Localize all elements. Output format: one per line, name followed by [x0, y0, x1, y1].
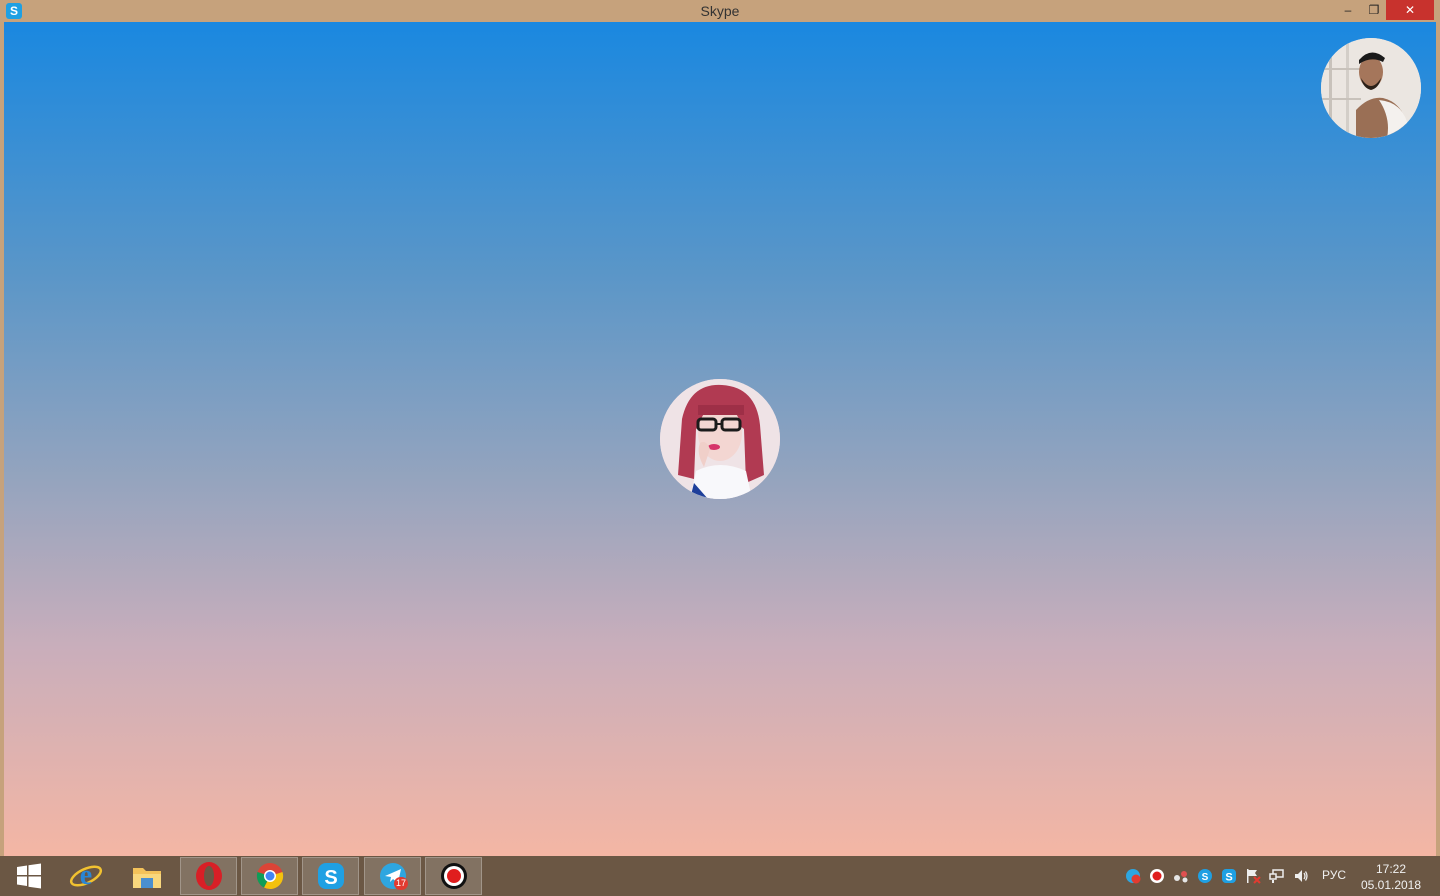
tray-skype[interactable]: S	[1220, 866, 1238, 886]
tray-recorder[interactable]	[1148, 866, 1166, 886]
start-button[interactable]	[0, 857, 57, 895]
skype-tray-icon: S	[1222, 869, 1236, 884]
tray-network-activity[interactable]	[1172, 866, 1190, 886]
flag-alert-icon	[1247, 869, 1261, 884]
volume-icon	[1295, 870, 1308, 882]
tray-telegram[interactable]	[1124, 866, 1142, 886]
window-title: Skype	[700, 3, 740, 19]
opera-button[interactable]	[180, 857, 237, 895]
tray-action-center[interactable]	[1244, 866, 1262, 886]
minimize-button[interactable]: –	[1336, 0, 1360, 20]
contact-avatar-image	[660, 379, 780, 499]
telegram-tray-icon	[1126, 869, 1141, 884]
record-icon	[440, 863, 467, 889]
title-bar[interactable]: S Skype – ❐ ✕	[0, 0, 1440, 22]
svg-text:e: e	[79, 860, 91, 891]
tray-network[interactable]	[1268, 866, 1286, 886]
svg-text:S: S	[1225, 872, 1232, 884]
close-button[interactable]: ✕	[1386, 0, 1434, 20]
svg-text:S: S	[324, 867, 337, 889]
chrome-button[interactable]	[241, 857, 298, 895]
svg-text:S: S	[1202, 872, 1209, 883]
self-avatar[interactable]	[1321, 38, 1421, 138]
opera-icon	[195, 862, 222, 890]
clock[interactable]: 17:22 05.01.2018	[1356, 861, 1426, 893]
skype-icon: S	[317, 863, 344, 889]
network-icon	[1269, 869, 1284, 883]
skype-status-tray-icon: S	[1198, 869, 1212, 883]
folder-icon	[132, 868, 161, 888]
input-language[interactable]: РУС	[1322, 868, 1346, 882]
record-tray-icon	[1150, 869, 1164, 883]
internet-explorer-button[interactable]: e	[57, 857, 114, 895]
tray-skype-status[interactable]: S	[1196, 866, 1214, 886]
windows-logo-icon	[16, 863, 41, 889]
file-explorer-button[interactable]	[118, 857, 175, 895]
self-avatar-image	[1321, 38, 1421, 138]
network-activity-icon	[1174, 871, 1188, 883]
clock-date: 05.01.2018	[1360, 878, 1422, 892]
recorder-button[interactable]	[425, 857, 482, 895]
telegram-button[interactable]: 17	[364, 857, 421, 895]
clock-time: 17:22	[1375, 862, 1407, 876]
taskbar: e S 17 S S РУС 17:22 05.01.2018	[0, 856, 1440, 896]
telegram-unread-badge: 17	[393, 877, 408, 890]
tray-volume[interactable]	[1292, 866, 1310, 886]
skype-window: S Skype – ❐ ✕	[0, 0, 1440, 856]
maximize-button[interactable]: ❐	[1362, 0, 1386, 20]
call-area	[4, 22, 1436, 856]
internet-explorer-icon: e	[69, 860, 102, 891]
skype-taskbar-button[interactable]: S	[302, 857, 359, 895]
contact-avatar[interactable]	[660, 379, 780, 499]
chrome-icon	[256, 863, 283, 890]
